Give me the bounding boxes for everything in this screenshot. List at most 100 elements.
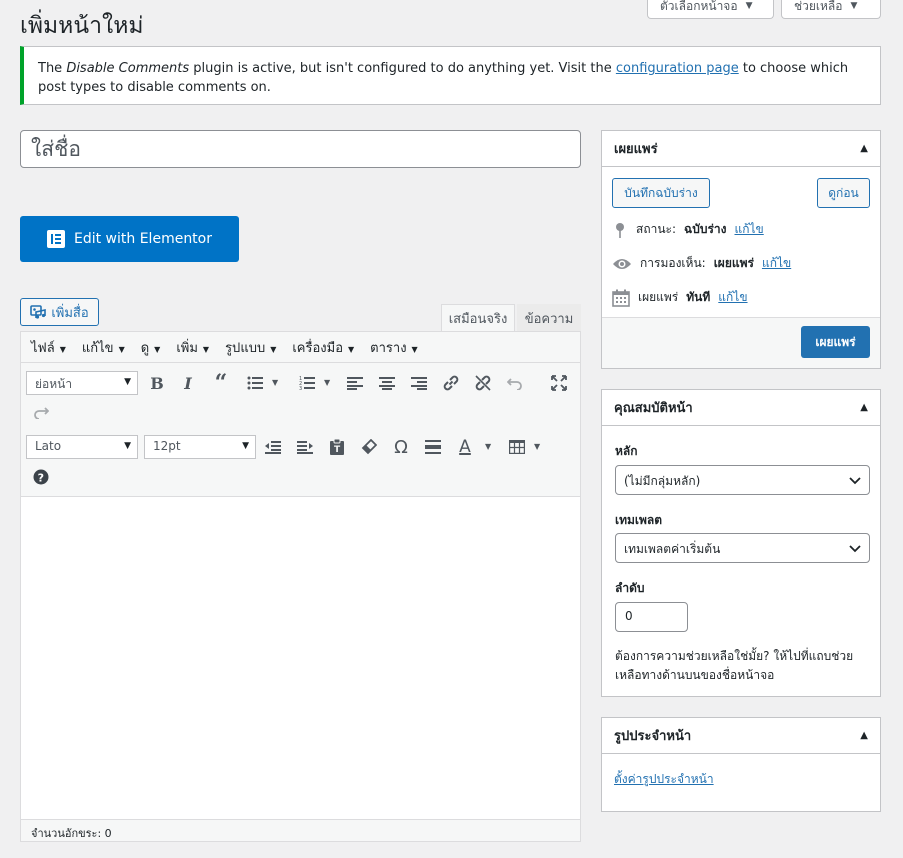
menu-view[interactable]: ดู ▼ — [141, 337, 161, 358]
set-featured-image-link[interactable]: ตั้งค่ารูปประจำหน้า — [614, 770, 714, 789]
caret-down-icon: ▼ — [745, 1, 753, 11]
tab-visual[interactable]: เสมือนจริง — [441, 304, 515, 332]
caret-down-icon[interactable]: ▼ — [534, 442, 540, 451]
status-row: สถานะ: ฉบับร่าง แก้ไข — [612, 220, 764, 239]
preview-button[interactable]: ดูก่อน — [817, 178, 870, 208]
save-draft-button[interactable]: บันทึกฉบับร่าง — [612, 178, 710, 208]
publish-time-label: เผยแพร่ — [638, 290, 679, 304]
plugin-notice: The Disable Comments plugin is active, b… — [20, 46, 881, 105]
order-input[interactable]: 0 — [615, 602, 688, 632]
title-input[interactable] — [20, 130, 581, 168]
notice-middle: plugin is active, but isn't configured t… — [189, 61, 616, 76]
menu-format[interactable]: รูปแบบ ▼ — [225, 337, 276, 358]
blockquote-icon[interactable]: “ — [209, 370, 233, 396]
format-select-value: ย่อหน้า — [35, 377, 73, 391]
editor-content-area[interactable] — [21, 497, 580, 798]
horizontal-line-icon[interactable] — [421, 435, 445, 459]
screen-options-label: ตัวเลือกหน้าจอ — [660, 0, 738, 13]
visibility-label: การมองเห็น: — [640, 256, 706, 270]
menu-tools[interactable]: เครื่องมือ ▼ — [292, 337, 354, 358]
font-family-value: Lato — [35, 439, 62, 453]
caret-down-icon: ▼ — [124, 441, 131, 451]
menu-table[interactable]: ตาราง ▼ — [370, 337, 418, 358]
collapse-icon[interactable]: ▲ — [860, 402, 868, 413]
template-select[interactable]: เทมเพลตค่าเริ่มต้น — [615, 533, 870, 563]
caret-down-icon[interactable]: ▼ — [324, 378, 330, 387]
bold-icon[interactable]: B — [145, 371, 169, 395]
chevron-down-icon — [849, 545, 861, 553]
edit-visibility-link[interactable]: แก้ไข — [762, 254, 791, 273]
font-size-value: 12pt — [153, 439, 181, 453]
editor-toolbar: ย่อหน้า ▼ B I “ ▼ 123 ▼ Lato ▼ 12pt ▼ T … — [21, 363, 580, 497]
outdent-icon[interactable] — [261, 435, 285, 459]
clear-formatting-icon[interactable] — [357, 435, 381, 459]
publish-button[interactable]: เผยแพร่ — [801, 326, 870, 358]
fullscreen-icon[interactable] — [547, 371, 571, 395]
indent-icon[interactable] — [293, 435, 317, 459]
undo-icon[interactable] — [503, 371, 527, 395]
numbered-list-icon[interactable]: 123 — [295, 371, 319, 395]
redo-icon[interactable] — [29, 400, 53, 424]
svg-text:3: 3 — [299, 386, 302, 390]
align-right-icon[interactable] — [407, 371, 431, 395]
caret-down-icon: ▼ — [411, 344, 418, 354]
bulleted-list-icon[interactable] — [243, 371, 267, 395]
align-left-icon[interactable] — [343, 371, 367, 395]
menu-file[interactable]: ไฟล์ ▼ — [31, 337, 66, 358]
caret-down-icon: ▼ — [242, 441, 249, 451]
featured-image-header[interactable]: รูปประจำหน้า ▲ — [602, 718, 880, 754]
order-label: ลำดับ — [615, 581, 645, 595]
menu-file-label: ไฟล์ — [31, 340, 55, 356]
caret-down-icon[interactable]: ▼ — [272, 378, 278, 387]
table-icon[interactable] — [505, 435, 529, 459]
paste-text-icon[interactable]: T — [325, 435, 349, 459]
link-icon[interactable] — [439, 371, 463, 395]
parent-label: หลัก — [615, 444, 638, 458]
menu-edit[interactable]: แก้ไข ▼ — [82, 337, 125, 358]
edit-with-elementor-button[interactable]: Edit with Elementor — [20, 216, 239, 262]
word-count: จำนวนอักขระ: 0 — [21, 819, 580, 841]
page-title: เพิ่มหน้าใหม่ — [20, 13, 144, 39]
special-character-icon[interactable]: Ω — [389, 435, 413, 459]
template-label: เทมเพลต — [615, 513, 663, 527]
format-select[interactable]: ย่อหน้า ▼ — [26, 371, 138, 395]
publish-box-header[interactable]: เผยแพร่ ▲ — [602, 131, 880, 167]
featured-image-title: รูปประจำหน้า — [614, 729, 692, 744]
font-family-select[interactable]: Lato ▼ — [26, 435, 138, 459]
menu-edit-label: แก้ไข — [81, 340, 114, 356]
page-attributes-help: ต้องการความช่วยเหลือใช่มั้ย? ให้ไปที่แถบ… — [615, 649, 854, 682]
elementor-icon — [47, 230, 65, 248]
menu-insert[interactable]: เพิ่ม ▼ — [176, 337, 209, 358]
caret-down-icon: ▼ — [59, 344, 66, 354]
keyboard-shortcuts-icon[interactable]: ? — [29, 465, 53, 489]
page-attributes-title: คุณสมบัติหน้า — [614, 401, 693, 416]
edit-publish-time-link[interactable]: แก้ไข — [718, 288, 747, 307]
font-size-select[interactable]: 12pt ▼ — [144, 435, 256, 459]
edit-status-link[interactable]: แก้ไข — [734, 220, 763, 239]
align-center-icon[interactable] — [375, 371, 399, 395]
template-select-value: เทมเพลตค่าเริ่มต้น — [624, 542, 721, 556]
help-tab[interactable]: ช่วยเหลือ ▼ — [781, 0, 881, 19]
italic-icon[interactable]: I — [176, 371, 200, 395]
collapse-icon[interactable]: ▲ — [860, 730, 868, 741]
tab-text[interactable]: ข้อความ — [517, 304, 581, 332]
configuration-page-link[interactable]: configuration page — [616, 61, 739, 76]
menu-format-label: รูปแบบ — [225, 340, 266, 356]
parent-select[interactable]: (ไม่มีกลุ่มหลัก) — [615, 465, 870, 495]
media-icon — [30, 305, 47, 319]
parent-select-value: (ไม่มีกลุ่มหลัก) — [624, 474, 701, 488]
caret-down-icon: ▼ — [270, 344, 277, 354]
collapse-icon[interactable]: ▲ — [860, 143, 868, 154]
screen-options-tab[interactable]: ตัวเลือกหน้าจอ ▼ — [647, 0, 774, 19]
text-color-icon[interactable]: A — [453, 435, 477, 459]
caret-down-icon[interactable]: ▼ — [485, 442, 491, 451]
visibility-row: การมองเห็น: เผยแพร่ แก้ไข — [612, 254, 791, 273]
unlink-icon[interactable] — [471, 371, 495, 395]
page-attributes-header[interactable]: คุณสมบัติหน้า ▲ — [602, 390, 880, 426]
menu-tools-label: เครื่องมือ — [292, 340, 344, 356]
add-media-button[interactable]: เพิ่มสื่อ — [20, 298, 99, 326]
menu-view-label: ดู — [140, 340, 150, 356]
svg-text:?: ? — [38, 472, 44, 485]
page-attributes-box: คุณสมบัติหน้า ▲ หลัก (ไม่มีกลุ่มหลัก) เท… — [601, 389, 881, 697]
publish-box-title: เผยแพร่ — [614, 142, 658, 157]
